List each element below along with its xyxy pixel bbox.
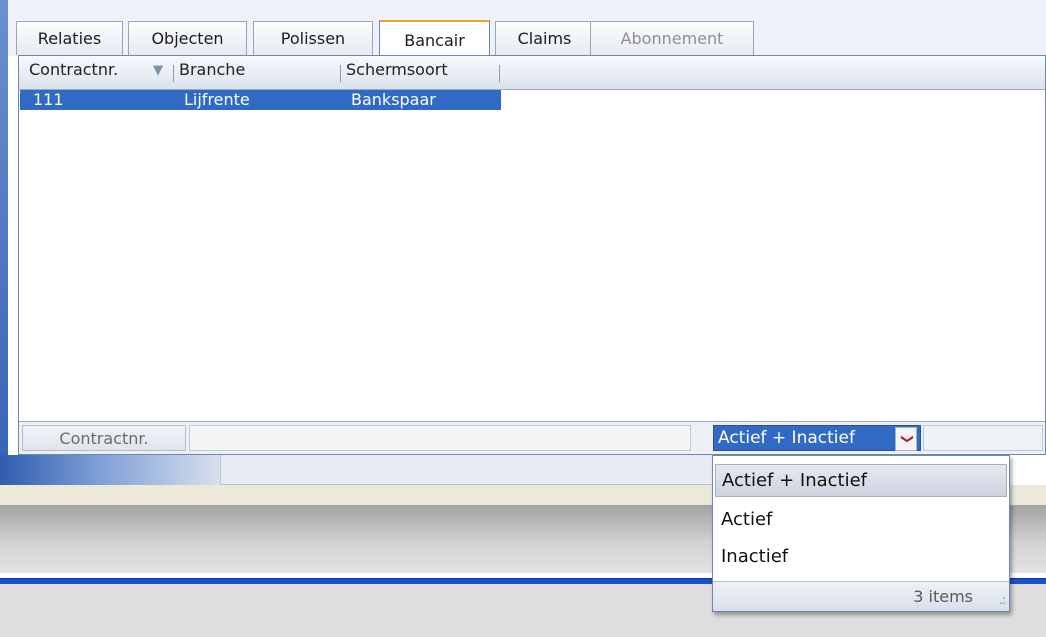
tab-objecten[interactable]: Objecten: [128, 21, 247, 55]
dropdown-option-actief[interactable]: Actief: [715, 503, 1007, 536]
dropdown-option-inactief[interactable]: Inactief: [715, 540, 1007, 573]
column-header-contractnr[interactable]: Contractnr.: [29, 60, 118, 79]
column-separator[interactable]: [173, 65, 174, 82]
cell-branche: Lijfrente: [184, 90, 250, 109]
chevron-down-icon[interactable]: ❮: [895, 427, 917, 451]
status-filter-combo[interactable]: Actief + Inactief ❮: [713, 425, 921, 451]
tab-claims[interactable]: Claims: [495, 21, 594, 55]
status-filter-value: Actief + Inactief: [718, 428, 855, 448]
window-left-border: [0, 0, 8, 455]
panel-bottom-gradient: [0, 455, 220, 485]
tab-strip: Relaties Objecten Polissen Bancair Claim…: [8, 0, 1046, 59]
dropdown-option-actief-inactief[interactable]: Actief + Inactief: [715, 464, 1007, 497]
tab-bancair[interactable]: Bancair: [379, 20, 490, 59]
resize-grip-icon[interactable]: .:: [999, 593, 1006, 607]
cell-schermsoort: Bankspaar: [351, 90, 436, 109]
filter-row: Contractnr. Actief + Inactief ❮: [19, 421, 1045, 454]
tab-polissen[interactable]: Polissen: [253, 21, 373, 55]
filter-row-trailing: [923, 425, 1043, 451]
column-separator[interactable]: [499, 65, 500, 82]
filter-input[interactable]: [189, 425, 691, 451]
table-row[interactable]: 111 Lijfrente Bankspaar: [20, 90, 501, 110]
filter-field-label: Contractnr.: [22, 425, 186, 451]
column-header-branche[interactable]: Branche: [179, 60, 245, 79]
tab-abonnement: Abonnement: [590, 21, 754, 55]
contracts-grid: Contractnr. ▼ Branche Schermsoort 111 Li…: [18, 55, 1046, 455]
column-header-schermsoort[interactable]: Schermsoort: [346, 60, 448, 79]
grid-header: Contractnr. ▼ Branche Schermsoort: [19, 56, 1045, 90]
dropdown-footer: 3 items .:: [713, 581, 1009, 611]
cell-contractnr: 111: [33, 90, 64, 109]
sort-down-arrow-icon[interactable]: ▼: [153, 63, 163, 78]
tab-relaties[interactable]: Relaties: [16, 21, 123, 55]
column-separator[interactable]: [340, 65, 341, 82]
status-dropdown-list: Actief + Inactief Actief Inactief 3 item…: [712, 455, 1010, 612]
item-count-label: 3 items: [913, 587, 973, 606]
